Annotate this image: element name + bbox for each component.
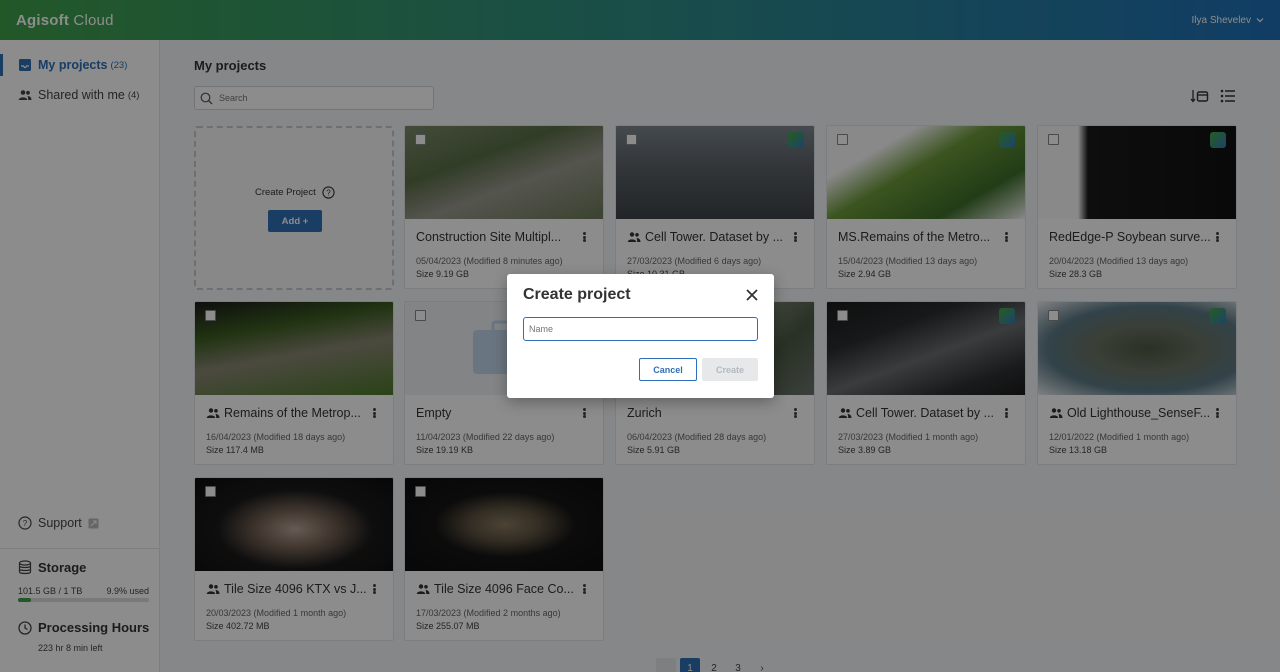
- close-icon[interactable]: [745, 288, 759, 302]
- dialog-title: Create project: [523, 286, 631, 303]
- create-project-dialog: Create project Cancel Create: [507, 274, 774, 398]
- cancel-button[interactable]: Cancel: [639, 358, 697, 381]
- project-name-input[interactable]: [523, 317, 758, 341]
- create-button[interactable]: Create: [702, 358, 758, 381]
